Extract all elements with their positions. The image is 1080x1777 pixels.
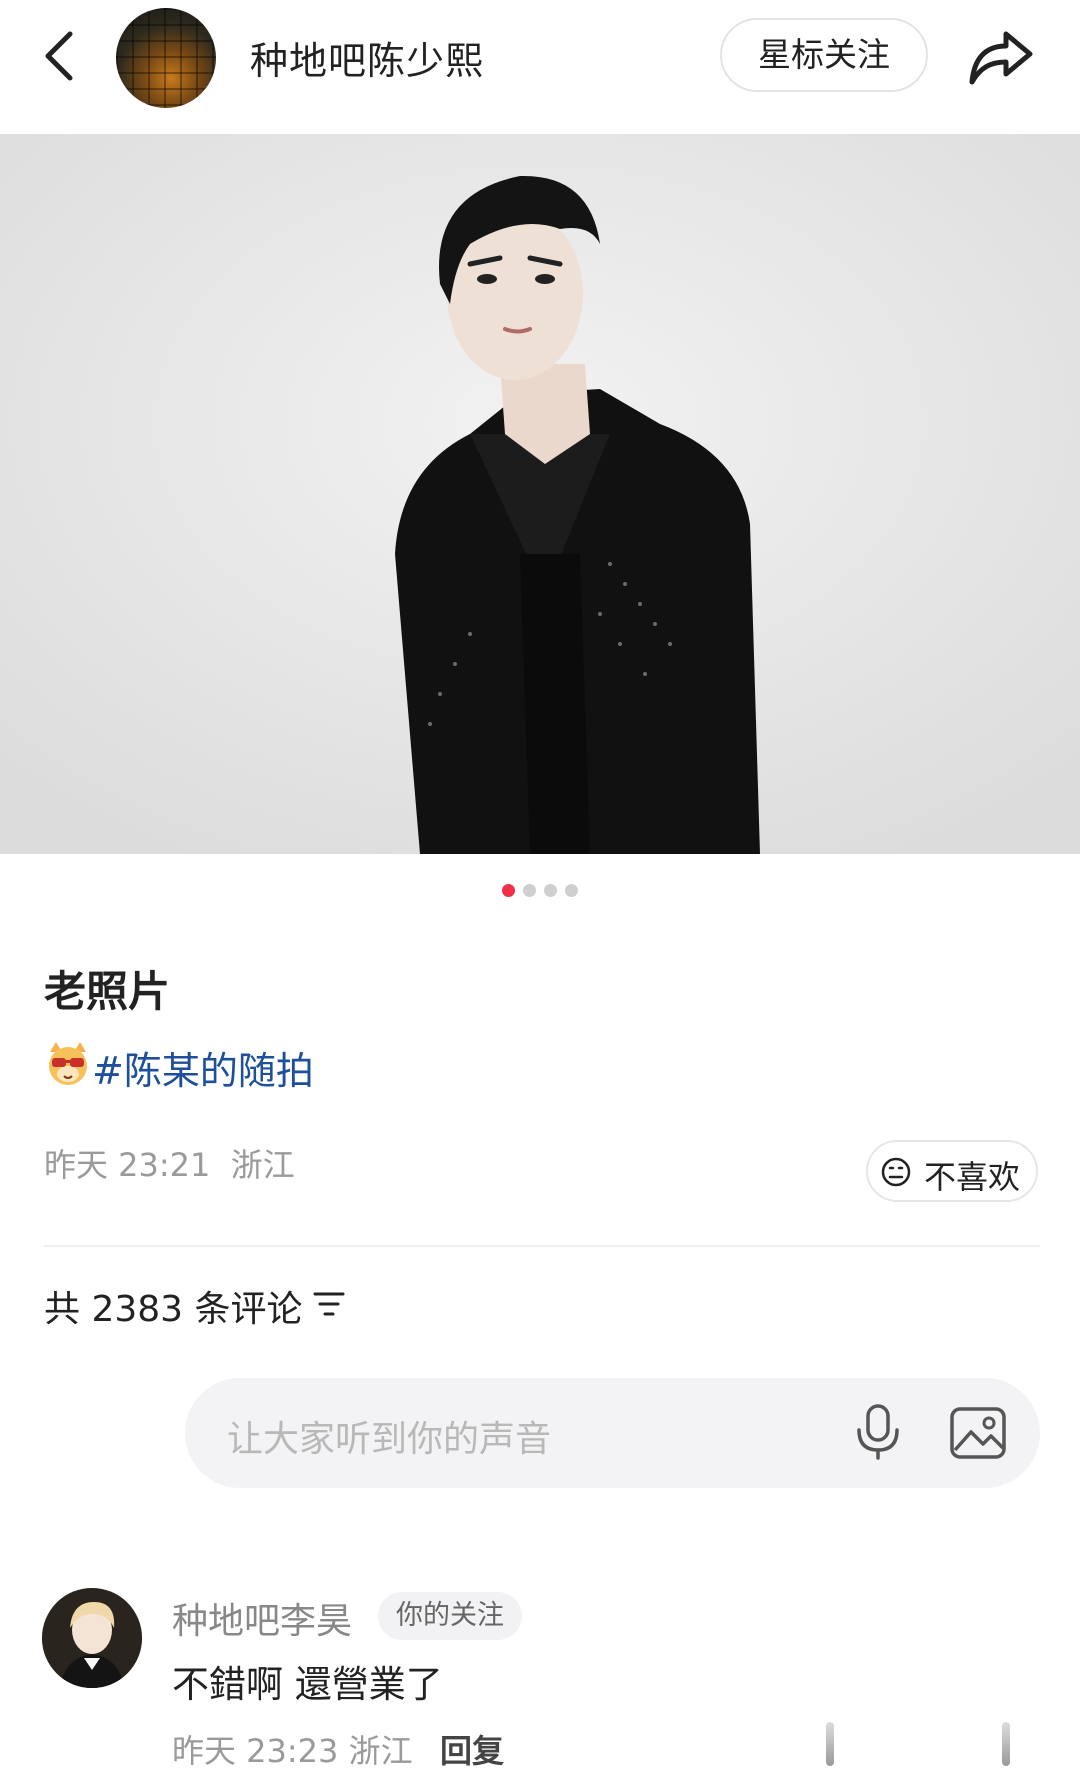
comment-meta: 昨天 23:23 浙江	[172, 1726, 413, 1772]
account-avatar[interactable]	[116, 8, 216, 108]
reply-button[interactable]: 回复	[440, 1726, 504, 1772]
topic-tag: #陈某的随拍	[92, 1049, 314, 1093]
post-location: 浙江	[230, 1146, 295, 1184]
sort-icon[interactable]	[312, 1288, 346, 1320]
cat-sunglasses-emoji	[49, 1042, 87, 1085]
share-icon[interactable]	[968, 26, 1034, 86]
image-icon[interactable]	[949, 1406, 1007, 1460]
dislike-button[interactable]: 不喜欢	[866, 1140, 1038, 1202]
portrait-image	[0, 134, 1080, 854]
comment-location: 浙江	[348, 1732, 413, 1770]
comment-text: 不錯啊 還營業了	[172, 1663, 443, 1706]
following-badge: 你的关注	[378, 1592, 522, 1640]
comment-count: 共 2383 条评论	[44, 1280, 303, 1332]
carousel-dot	[565, 884, 578, 897]
neutral-face-icon	[881, 1157, 911, 1187]
microphone-icon[interactable]	[853, 1402, 903, 1462]
comment-count-suffix: 条评论	[194, 1289, 303, 1330]
comment-input-placeholder: 让大家听到你的声音	[227, 1419, 552, 1460]
star-follow-button[interactable]: 星标关注	[720, 18, 928, 92]
carousel-indicator	[0, 882, 1080, 898]
like-icon[interactable]	[1002, 1722, 1010, 1766]
divider	[44, 1245, 1040, 1247]
back-icon[interactable]	[38, 28, 82, 84]
comment-input[interactable]: 让大家听到你的声音	[185, 1378, 1040, 1488]
comment-count-prefix: 共	[44, 1289, 81, 1330]
account-name[interactable]: 种地吧陈少熙	[250, 30, 484, 85]
carousel-dot-active	[502, 884, 515, 897]
comment-count-number: 2383	[91, 1289, 184, 1330]
commenter-avatar[interactable]	[42, 1588, 142, 1688]
post-meta: 昨天 23:21 浙江	[44, 1140, 295, 1186]
commenter-avatar-image	[42, 1588, 142, 1688]
carousel-dot	[544, 884, 557, 897]
dislike-label: 不喜欢	[924, 1158, 1021, 1196]
post-photo[interactable]	[0, 134, 1080, 854]
comment-action-icon[interactable]	[826, 1722, 834, 1766]
post-timestamp: 昨天 23:21	[44, 1146, 211, 1184]
commenter-name[interactable]: 种地吧李昊	[172, 1592, 352, 1644]
post-title: 老照片	[44, 967, 171, 1016]
carousel-dot	[523, 884, 536, 897]
top-bar: 种地吧陈少熙 星标关注	[0, 0, 1080, 120]
comment-timestamp: 昨天 23:23	[172, 1732, 339, 1770]
